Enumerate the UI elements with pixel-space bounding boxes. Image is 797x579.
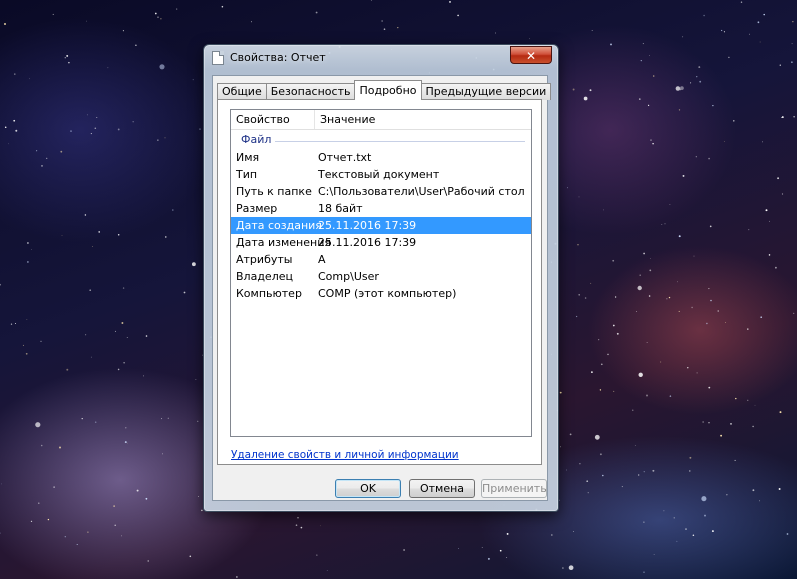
group-label: Файл <box>241 133 276 146</box>
property-row-folder-path[interactable]: Путь к папке C:\Пользователи\User\Рабочи… <box>231 183 531 200</box>
properties-window: Свойства: Отчет ✕ Общие Безопасность Под… <box>203 44 559 512</box>
property-key: Атрибуты <box>236 253 293 266</box>
property-value: C:\Пользователи\User\Рабочий стол <box>318 185 525 198</box>
property-value: A <box>318 253 326 266</box>
properties-list[interactable]: Свойство Значение Файл Имя Отчет.txt Тип… <box>230 109 532 437</box>
property-row-owner[interactable]: Владелец Comp\User <box>231 268 531 285</box>
property-row-type[interactable]: Тип Текстовый документ <box>231 166 531 183</box>
text-file-icon <box>212 51 224 65</box>
window-title: Свойства: Отчет <box>230 51 326 64</box>
details-panel: Свойство Значение Файл Имя Отчет.txt Тип… <box>217 99 542 465</box>
cancel-button[interactable]: Отмена <box>409 479 475 498</box>
title-bar[interactable]: Свойства: Отчет ✕ <box>204 45 558 71</box>
tab-details[interactable]: Подробно <box>354 80 422 100</box>
property-row-date-modified[interactable]: Дата изменения 25.11.2016 17:39 <box>231 234 531 251</box>
property-value: 25.11.2016 17:39 <box>318 236 417 249</box>
remove-properties-link[interactable]: Удаление свойств и личной информации <box>231 449 459 461</box>
close-icon: ✕ <box>525 49 537 63</box>
property-key: Имя <box>236 151 260 164</box>
property-row-computer[interactable]: Компьютер COMP (этот компьютер) <box>231 285 531 302</box>
property-value: 25.11.2016 17:39 <box>318 219 417 232</box>
property-value: 18 байт <box>318 202 363 215</box>
property-key: Путь к папке <box>236 185 312 198</box>
close-button[interactable]: ✕ <box>510 46 552 64</box>
tab-general[interactable]: Общие <box>217 83 267 100</box>
ok-button[interactable]: OK <box>335 479 401 498</box>
dialog-content: Общие Безопасность Подробно Предыдущие в… <box>212 75 552 501</box>
property-key: Тип <box>236 168 258 181</box>
apply-button[interactable]: Применить <box>481 479 547 498</box>
property-key: Компьютер <box>236 287 302 300</box>
property-row-name[interactable]: Имя Отчет.txt <box>231 149 531 166</box>
list-header: Свойство Значение <box>231 110 531 130</box>
tab-strip: Общие Безопасность Подробно Предыдущие в… <box>217 80 552 100</box>
tab-security[interactable]: Безопасность <box>265 83 356 100</box>
property-value: COMP (этот компьютер) <box>318 287 457 300</box>
property-value: Отчет.txt <box>318 151 372 164</box>
property-key: Дата изменения <box>236 236 331 249</box>
property-value: Comp\User <box>318 270 379 283</box>
column-header-property[interactable]: Свойство <box>231 110 315 129</box>
column-header-value[interactable]: Значение <box>315 110 531 129</box>
property-row-size[interactable]: Размер 18 байт <box>231 200 531 217</box>
group-header-file: Файл <box>231 133 531 149</box>
tab-previous-versions[interactable]: Предыдущие версии <box>420 83 552 100</box>
property-key: Дата создания <box>236 219 322 232</box>
property-key: Размер <box>236 202 278 215</box>
property-value: Текстовый документ <box>318 168 440 181</box>
property-row-date-created[interactable]: Дата создания 25.11.2016 17:39 <box>231 217 531 234</box>
property-key: Владелец <box>236 270 293 283</box>
property-row-attributes[interactable]: Атрибуты A <box>231 251 531 268</box>
